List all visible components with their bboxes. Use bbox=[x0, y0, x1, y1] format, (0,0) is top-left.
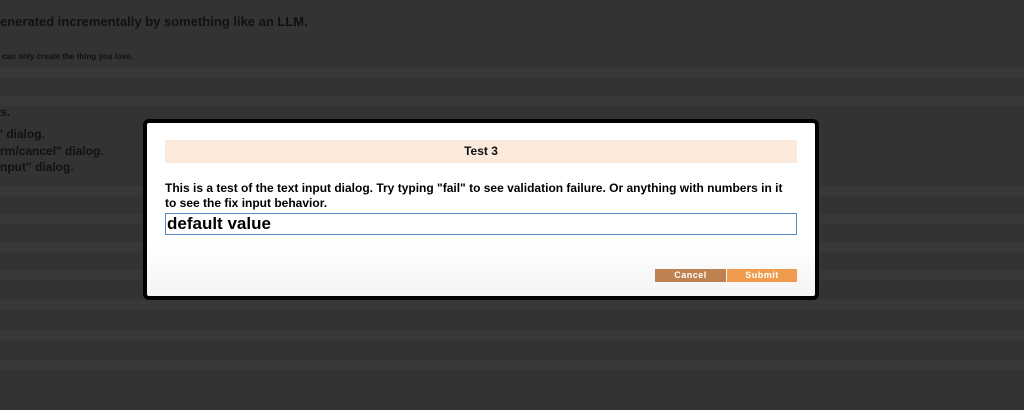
dialog-title: Test 3 bbox=[165, 140, 797, 163]
submit-button[interactable]: Submit bbox=[727, 269, 797, 282]
background-stripe bbox=[0, 330, 1024, 340]
text-input-dialog: Test 3 This is a test of the text input … bbox=[143, 119, 819, 300]
background-link-input-dialog[interactable]: nput" dialog. bbox=[0, 160, 74, 174]
cancel-button[interactable]: Cancel bbox=[655, 269, 726, 282]
background-link-confirm-dialog[interactable]: rm/cancel" dialog. bbox=[0, 144, 104, 158]
background-stripe bbox=[0, 96, 1024, 106]
background-stripe bbox=[0, 300, 1024, 310]
background-stripe bbox=[0, 360, 1024, 370]
dialog-text-input[interactable] bbox=[165, 213, 797, 235]
background-tagline: can only create the thing you love. bbox=[2, 52, 134, 61]
background-list-end: s. bbox=[0, 105, 11, 119]
background-link-alert-dialog[interactable]: ' dialog. bbox=[0, 127, 45, 141]
page: enerated incrementally by something like… bbox=[0, 0, 1024, 410]
background-stripe bbox=[0, 68, 1024, 78]
background-heading: enerated incrementally by something like… bbox=[0, 14, 308, 29]
dialog-message: This is a test of the text input dialog.… bbox=[165, 181, 783, 210]
